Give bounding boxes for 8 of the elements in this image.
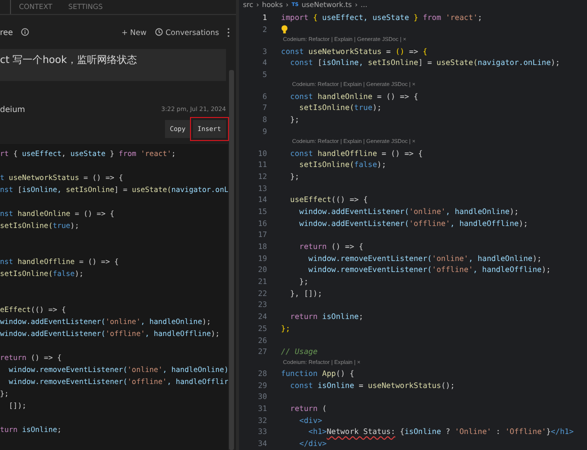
more-icon[interactable] — [227, 28, 230, 36]
history-icon — [154, 28, 162, 36]
scrollbar[interactable] — [229, 70, 234, 450]
info-icon — [20, 28, 29, 36]
author-name: deium — [0, 105, 26, 114]
panel-title: ree — [0, 28, 13, 36]
user-message: ct 写一个hook，监听网络状态 — [0, 49, 226, 81]
lightbulb-icon[interactable] — [281, 25, 288, 34]
